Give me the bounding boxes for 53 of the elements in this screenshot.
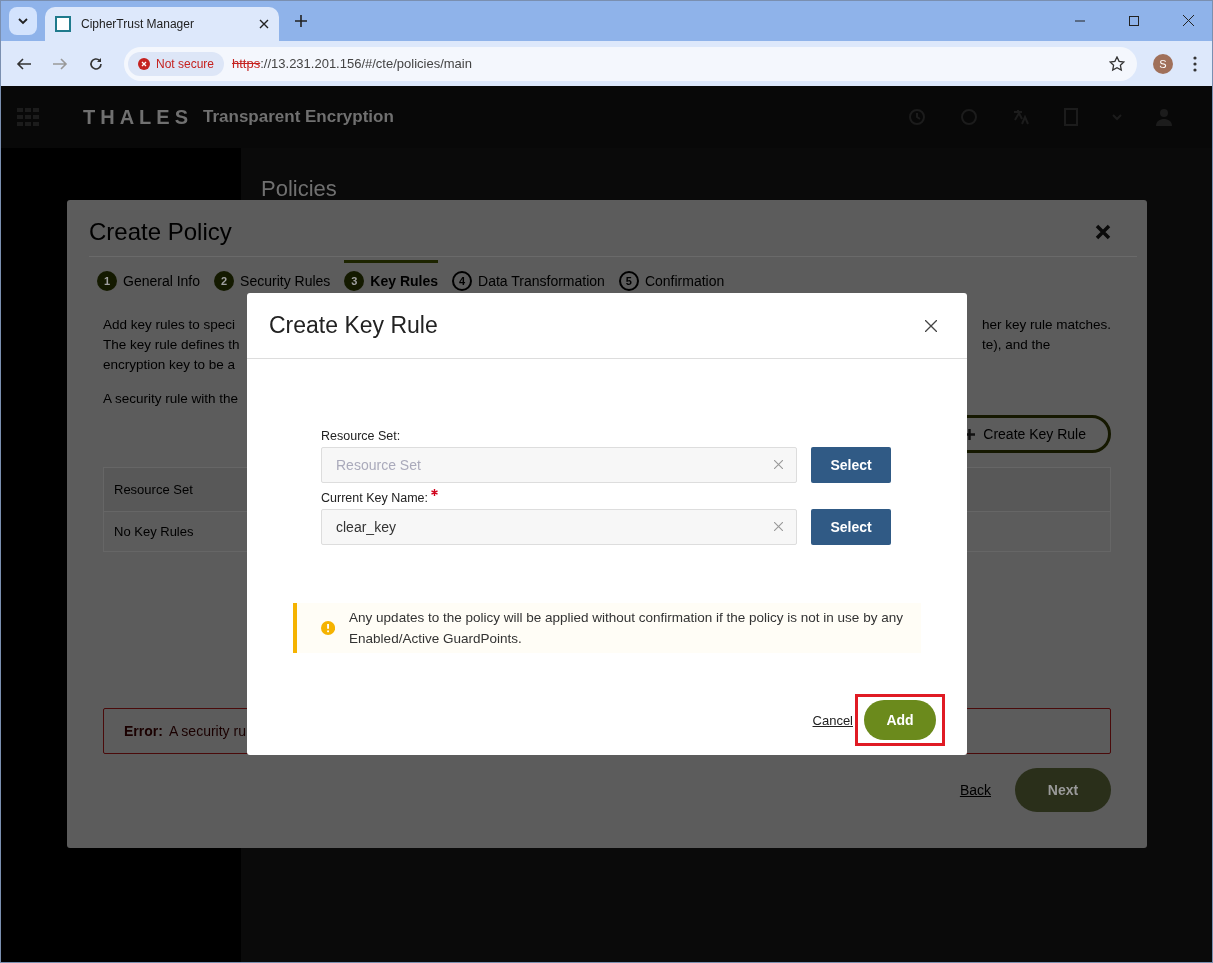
cancel-link[interactable]: Cancel [812, 712, 853, 728]
tab-list-button[interactable] [9, 7, 37, 35]
select-button[interactable]: Select [811, 447, 891, 483]
close-icon[interactable] [259, 19, 269, 29]
required-asterisk-icon [431, 489, 438, 496]
warning-text: Any updates to the policy will be applied without confirmation if the policy is not in use by any Enabled/Active GuardPoints. [349, 609, 904, 648]
reload-icon[interactable] [88, 55, 104, 72]
site-favicon-icon [55, 16, 71, 32]
intro-text: encryption key to be a [103, 356, 237, 374]
field-label: Current Key Name: [321, 491, 428, 505]
select-button[interactable]: Select [811, 509, 891, 545]
warning-icon [321, 619, 336, 637]
note-text: A security rule with the [103, 390, 240, 408]
error-icon [138, 57, 150, 70]
input-field[interactable]: Resource Set [321, 447, 797, 483]
browser-tab[interactable]: CipherTrust Manager [45, 7, 279, 41]
new-tab-icon[interactable] [295, 15, 307, 27]
next-button[interactable]: Next [1015, 768, 1111, 812]
close-icon[interactable] [1183, 15, 1194, 26]
chevron-down-icon [17, 15, 29, 27]
dialog-title: Create Policy [89, 218, 232, 246]
intro-text: The key rule defines th [103, 336, 240, 354]
dialog-title: Create Key Rule [269, 312, 438, 339]
product-name: Transparent Encryption [203, 107, 394, 127]
field-label: Resource Set: [321, 429, 401, 443]
address-bar[interactable]: Not secure https://13.231.201.156/#/cte/policies/main [124, 46, 1137, 81]
not-secure-label: Not secure [156, 56, 215, 71]
maximize-icon[interactable] [1129, 16, 1139, 26]
intro-text: her key rule matches. [981, 316, 1111, 334]
forward-arrow-icon[interactable] [52, 55, 68, 72]
close-icon[interactable] [925, 319, 937, 332]
more-menu-icon[interactable] [1193, 55, 1197, 72]
back-arrow-icon[interactable] [16, 55, 32, 72]
page-heading: Policies [261, 176, 337, 201]
plus-icon [964, 428, 976, 440]
clear-icon[interactable] [774, 522, 783, 531]
error-label: Error: [124, 723, 163, 739]
error-text: A security ru [168, 723, 246, 739]
intro-text: Add key rules to speci [103, 316, 237, 334]
wizard-step[interactable]: 1 General Info [97, 260, 201, 291]
star-icon[interactable] [1109, 55, 1125, 72]
profile-avatar[interactable]: S [1153, 53, 1173, 74]
not-secure-chip[interactable]: Not secure [128, 51, 225, 76]
intro-text: te), and the [981, 336, 1052, 354]
clear-icon[interactable] [774, 460, 783, 469]
wizard-step[interactable]: 2 Security Rules [214, 260, 331, 291]
column-header: Resource Set [114, 482, 193, 497]
empty-table-text: No Key Rules [114, 524, 194, 539]
url-text: https://13.231.201.156/#/cte/policies/main [232, 56, 472, 71]
add-button[interactable]: Add [864, 700, 936, 740]
brand-logo: THALES [83, 105, 193, 129]
tab-title: CipherTrust Manager [81, 17, 195, 31]
input-field[interactable]: clear_key [321, 509, 797, 545]
